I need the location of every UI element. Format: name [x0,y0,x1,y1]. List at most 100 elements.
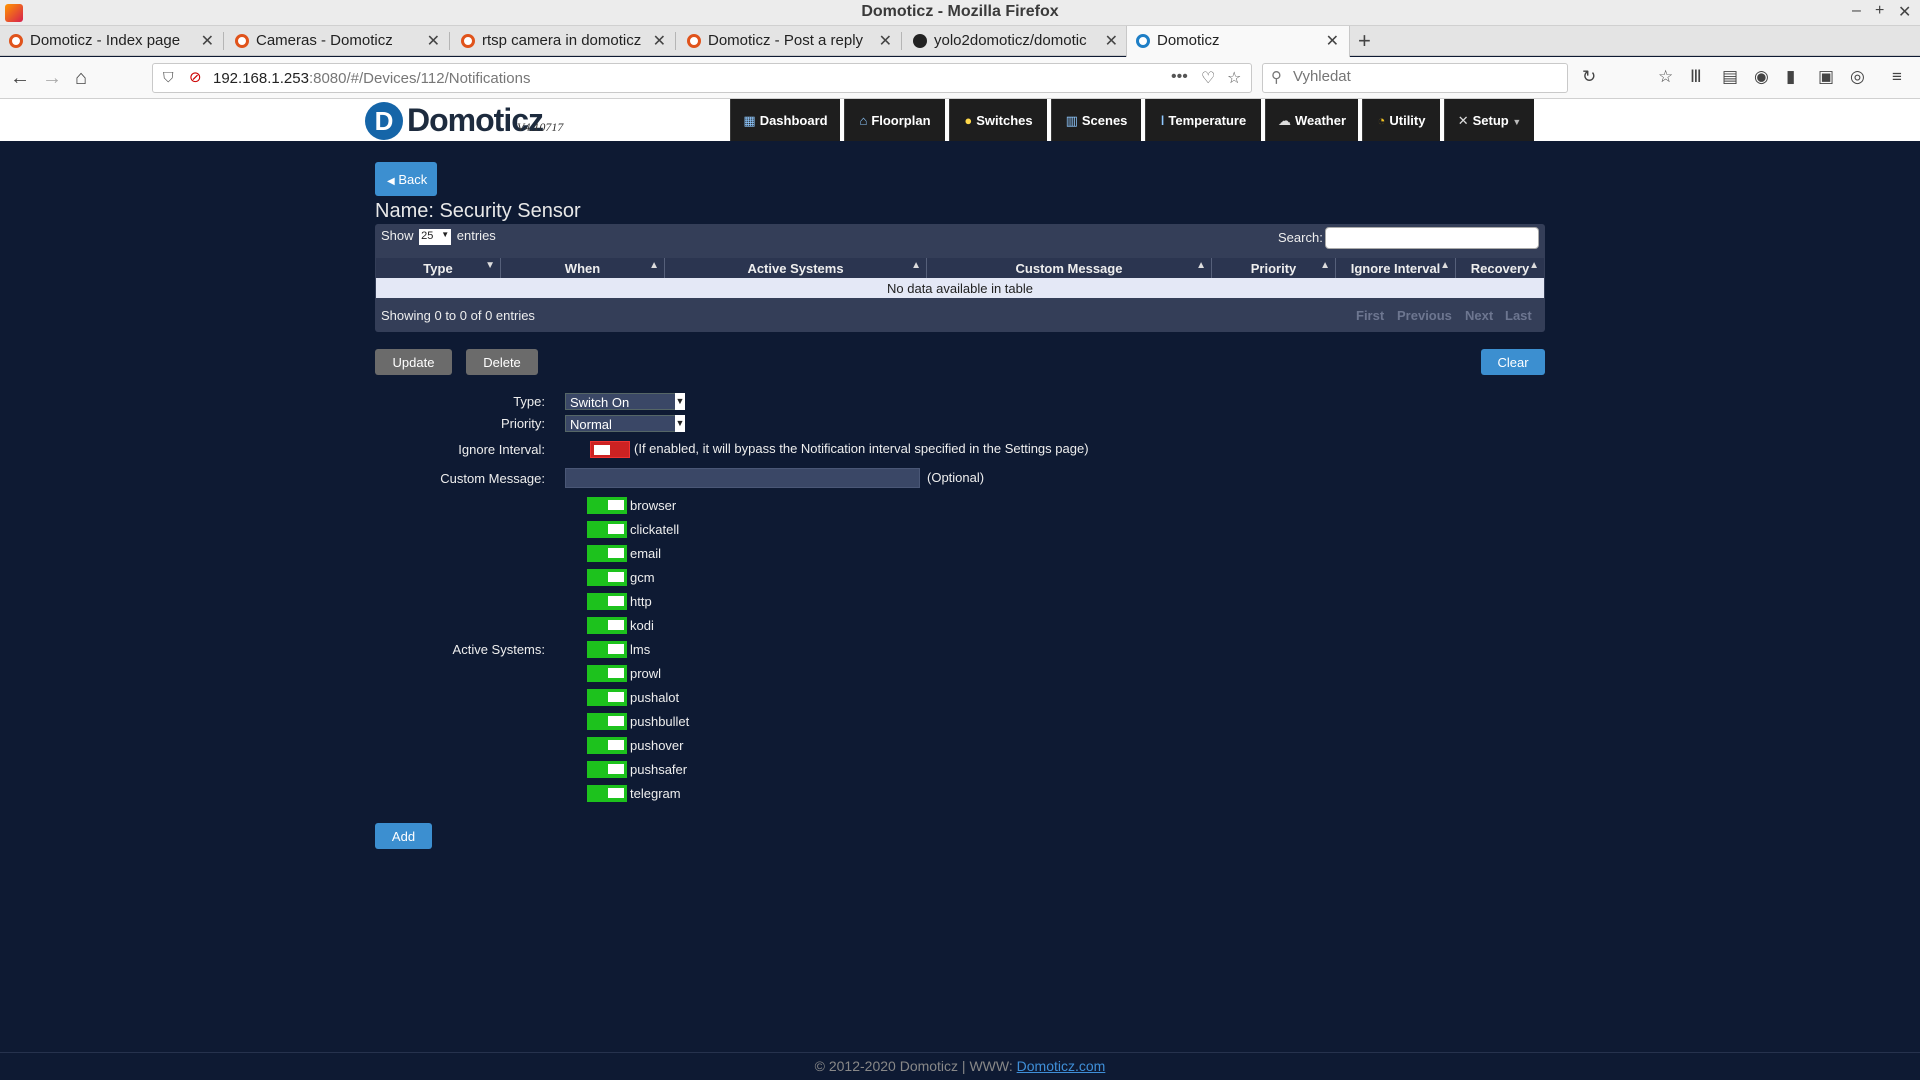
column-header-when[interactable]: When ▲ [501,258,665,278]
tab-label: Cameras - Domoticz [256,32,393,49]
close-window-icon[interactable]: ✕ [1898,2,1911,22]
search-input[interactable] [1293,68,1553,85]
add-button[interactable]: Add [375,823,432,849]
browser-tab[interactable]: Domoticz - Post a reply ✕ [678,26,902,56]
sort-icon: ▲ [649,260,659,271]
system-name: pushbullet [630,714,690,729]
bookmark-star-icon[interactable]: ☆ [1227,68,1241,88]
search-icon: ⚲ [1271,69,1282,86]
pagination-last[interactable]: Last [1505,308,1532,323]
column-header-type[interactable]: Type ▼ [376,258,501,278]
system-toggle[interactable] [587,497,627,514]
system-toggle[interactable] [587,569,627,586]
close-tab-icon[interactable]: ✕ [653,31,666,51]
maximize-icon[interactable]: + [1875,2,1884,20]
system-toggle[interactable] [587,641,627,658]
system-toggle[interactable] [587,545,627,562]
system-toggle[interactable] [587,665,627,682]
type-label: Type: [513,394,545,409]
close-tab-icon[interactable]: ✕ [1105,31,1118,51]
close-tab-icon[interactable]: ✕ [201,31,214,51]
minimize-icon[interactable]: – [1852,2,1861,20]
search-bar[interactable]: ⚲ [1262,63,1568,93]
system-name: http [630,594,652,609]
custom-message-input[interactable] [565,468,920,488]
url-text[interactable]: 192.168.1.253:8080/#/Devices/112/Notific… [213,70,530,87]
entries-select[interactable]: 25 ▼ [419,228,452,245]
menu-scenes[interactable]: ▥ Scenes [1051,99,1141,141]
close-tab-icon[interactable]: ✕ [1326,31,1339,51]
extension-icon[interactable]: ◉ [1754,67,1769,87]
system-toggle-row: pushover [587,737,747,755]
hamburger-menu-icon[interactable]: ≡ [1892,67,1902,87]
system-toggle[interactable] [587,521,627,538]
menu-utility[interactable]: ◔ Utility [1362,99,1440,141]
url-path: :8080/#/Devices/112/Notifications [308,70,531,87]
column-header-custom-message[interactable]: Custom Message ▲ [927,258,1212,278]
url-bar[interactable]: ⛉ ⊘ 192.168.1.253:8080/#/Devices/112/Not… [152,63,1252,93]
system-toggle[interactable] [587,713,627,730]
reload-icon[interactable]: ↻ [1582,67,1596,87]
pagination-first[interactable]: First [1356,308,1384,323]
priority-select[interactable]: Normal ▼ [565,415,685,432]
navigation-bar: ← → ⌂ ⛉ ⊘ 192.168.1.253:8080/#/Devices/1… [0,57,1920,99]
system-toggle[interactable] [587,593,627,610]
menu-weather[interactable]: ☁ Weather [1265,99,1358,141]
browser-tab[interactable]: rtsp camera in domoticz ✕ [452,26,676,56]
table-search-input[interactable] [1325,227,1539,249]
ignore-interval-toggle[interactable] [590,441,630,458]
column-header-recovery[interactable]: Recovery ▲ [1456,258,1544,278]
menu-switches[interactable]: ● Switches [949,99,1047,141]
close-tab-icon[interactable]: ✕ [879,31,892,51]
scenes-icon: ▥ [1065,113,1078,128]
back-arrow-icon[interactable]: ← [10,67,30,90]
forward-arrow-icon[interactable]: → [42,67,62,90]
footer-link[interactable]: Domoticz.com [1017,1058,1106,1074]
extension-icon[interactable]: ▣ [1818,67,1834,87]
system-toggle[interactable] [587,689,627,706]
insecure-connection-icon[interactable]: ⊘ [189,68,202,86]
account-icon[interactable]: ◎ [1850,67,1865,87]
system-toggle[interactable] [587,617,627,634]
menu-dashboard[interactable]: ▦ Dashboard [730,99,840,141]
toggle-knob [608,500,624,510]
browser-tab[interactable]: Cameras - Domoticz ✕ [226,26,450,56]
clear-button[interactable]: Clear [1481,349,1545,375]
type-select[interactable]: Switch On ▼ [565,393,685,410]
system-name: gcm [630,570,655,585]
new-tab-icon[interactable]: + [1358,28,1371,54]
system-toggle[interactable] [587,761,627,778]
system-toggle[interactable] [587,785,627,802]
column-header-priority[interactable]: Priority ▲ [1212,258,1336,278]
tab-label: Domoticz [1157,32,1220,49]
home-icon[interactable]: ⌂ [75,67,87,90]
extension-icon[interactable]: ▮ [1786,67,1795,87]
menu-setup[interactable]: ✕ Setup ▼ [1444,99,1534,141]
menu-floorplan[interactable]: ⌂ Floorplan [844,99,945,141]
system-name: clickatell [630,522,680,537]
column-header-ignore-interval[interactable]: Ignore Interval ▲ [1336,258,1456,278]
pocket-icon[interactable]: ♡ [1201,68,1215,88]
system-toggle[interactable] [587,737,627,754]
update-button[interactable]: Update [375,349,452,375]
sidebar-icon[interactable]: ▤ [1722,67,1738,87]
browser-tab[interactable]: yolo2domoticz/domotic ✕ [904,26,1128,56]
downloads-icon[interactable]: ☆ [1658,67,1673,87]
delete-button[interactable]: Delete [466,349,538,375]
sort-icon: ▲ [911,260,921,271]
pagination-previous[interactable]: Previous [1397,308,1452,323]
menu-temperature[interactable]: ǀ Temperature [1145,99,1261,141]
close-tab-icon[interactable]: ✕ [427,31,440,51]
back-button[interactable]: ◀ Back [375,162,437,196]
column-header-active-systems[interactable]: Active Systems ▲ [665,258,927,278]
library-icon[interactable]: Ⅲ [1690,67,1702,87]
pagination-next[interactable]: Next [1465,308,1493,323]
priority-select-value: Normal [570,417,612,432]
page-actions-icon[interactable]: ••• [1171,68,1188,86]
sort-icon: ▲ [1320,260,1330,271]
tracking-shield-icon[interactable]: ⛉ [163,69,174,86]
sort-icon: ▲ [1440,260,1450,271]
system-name: telegram [630,786,681,801]
browser-tab-active[interactable]: Domoticz ✕ [1126,26,1350,57]
browser-tab[interactable]: Domoticz - Index page ✕ [0,26,224,56]
